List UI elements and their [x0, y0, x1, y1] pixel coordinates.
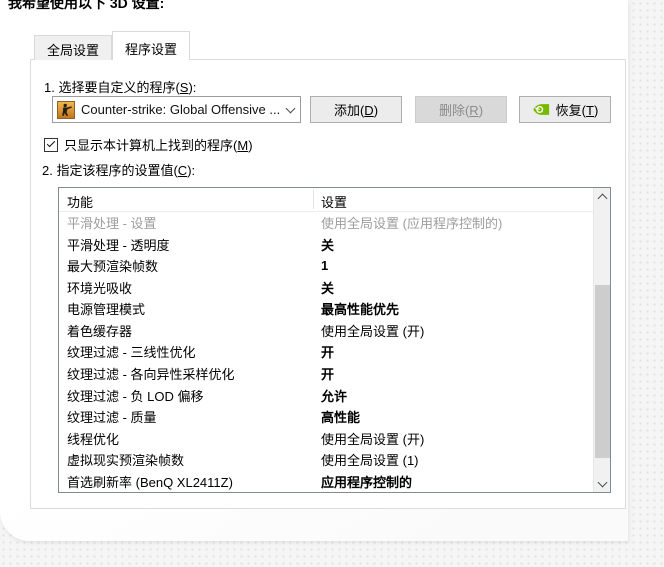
scroll-up-button[interactable]: [594, 188, 611, 205]
setting-value: 使用全局设置 (开): [321, 431, 425, 447]
tab-bar: 全局设置 程序设置: [34, 31, 191, 60]
column-header-feature: 功能: [67, 195, 94, 210]
setting-value: 应用程序控制的: [321, 474, 413, 490]
table-row[interactable]: 电源管理模式 最高性能优先: [59, 298, 593, 320]
button-label: ): [593, 103, 599, 118]
table-row[interactable]: 最大预渲染帧数 1: [59, 255, 593, 277]
settings-table-header: 功能 设置: [59, 188, 610, 212]
setting-value: 最高性能优先: [321, 302, 400, 318]
settings-table: 功能 设置 平滑处理 - 设置 使用全局设置 (应用程序控制的) 平滑处理 - …: [58, 187, 611, 493]
scroll-down-button[interactable]: [594, 475, 611, 492]
feature-name: 环境光吸收: [67, 280, 133, 296]
setting-value: 允许: [321, 388, 348, 404]
checkbox-box[interactable]: [44, 137, 58, 152]
tab-global-settings[interactable]: 全局设置: [34, 35, 113, 60]
csgo-program-icon: [57, 100, 75, 119]
heading-text: 1. 选择要自定义的程序(: [44, 80, 180, 95]
feature-name: 着色缓存器: [67, 323, 133, 339]
table-row[interactable]: 线程优化 使用全局设置 (开): [59, 427, 593, 449]
table-row[interactable]: 着色缓存器 使用全局设置 (开): [59, 320, 593, 342]
feature-name: 平滑处理 - 透明度: [67, 237, 170, 253]
feature-name: 纹理过滤 - 三线性优化: [67, 345, 196, 361]
selected-program-value: Counter-strike: Global Offensive ...: [81, 102, 281, 117]
setting-value: 1: [321, 258, 329, 274]
setting-value: 高性能: [321, 410, 361, 426]
table-row[interactable]: 纹理过滤 - 负 LOD 偏移 允许: [59, 384, 593, 406]
access-key: D: [364, 103, 374, 118]
button-label: 添加(: [333, 103, 365, 118]
table-row[interactable]: 平滑处理 - 透明度 关: [59, 234, 593, 256]
column-divider: [313, 190, 314, 209]
access-key: R: [469, 103, 479, 118]
table-row[interactable]: 纹理过滤 - 各向异性采样优化 开: [59, 363, 593, 385]
delete-button[interactable]: 删除(R): [415, 96, 507, 123]
setting-value: 开: [321, 345, 335, 361]
table-row[interactable]: 纹理过滤 - 质量 高性能: [59, 406, 593, 428]
setting-value: 关: [321, 280, 335, 296]
feature-name: 纹理过滤 - 质量: [67, 410, 157, 426]
checkbox-label: 只显示本计算机上找到的程序(M): [64, 138, 253, 153]
checkbox-checkmark: [46, 138, 56, 147]
add-button[interactable]: 添加(D): [310, 96, 402, 123]
button-label: ): [373, 103, 379, 118]
feature-name: 首选刷新率 (BenQ XL2411Z): [67, 474, 233, 490]
button-label: ): [478, 103, 484, 118]
restore-button[interactable]: 恢复(T): [519, 96, 611, 123]
chevron-down-icon: [285, 103, 296, 113]
nvidia-control-panel-content: 我希望使用以下 3D 设置: 全局设置 程序设置 1. 选择要自定义的程序(S)…: [0, 0, 664, 567]
feature-name: 电源管理模式: [67, 302, 146, 318]
setting-value: 使用全局设置 (应用程序控制的): [321, 216, 503, 232]
program-select-dropdown[interactable]: Counter-strike: Global Offensive ...: [52, 96, 301, 123]
vertical-scrollbar[interactable]: [593, 188, 610, 492]
column-header-setting: 设置: [321, 195, 348, 210]
feature-name: 纹理过滤 - 各向异性采样优化: [67, 366, 235, 382]
access-key: C: [177, 163, 188, 178]
heading-text: ):: [188, 80, 197, 95]
heading-text: ):: [187, 163, 196, 178]
table-row[interactable]: 平滑处理 - 设置 使用全局设置 (应用程序控制的): [59, 212, 593, 234]
table-row[interactable]: 虚拟现实预渲染帧数 使用全局设置 (1): [59, 449, 593, 471]
button-label: 删除(: [438, 103, 470, 118]
settings-table-body: 平滑处理 - 设置 使用全局设置 (应用程序控制的) 平滑处理 - 透明度 关 …: [59, 212, 593, 492]
feature-name: 纹理过滤 - 负 LOD 偏移: [67, 388, 204, 404]
table-row[interactable]: 首选刷新率 (BenQ XL2411Z) 应用程序控制的: [59, 470, 593, 492]
nvidia-logo-icon: [532, 103, 550, 116]
button-label: 恢复(: [555, 103, 587, 118]
setting-value: 关: [321, 237, 335, 253]
scrollbar-thumb[interactable]: [595, 285, 610, 458]
chevron-down-icon: [597, 477, 608, 487]
setting-value: 使用全局设置 (开): [321, 323, 425, 339]
chevron-up-icon: [597, 193, 608, 204]
access-key: T: [586, 103, 594, 118]
select-program-heading: 1. 选择要自定义的程序(S):: [44, 77, 196, 96]
specify-settings-heading: 2. 指定该程序的设置值(C):: [42, 160, 195, 179]
setting-value: 开: [321, 366, 335, 382]
table-row[interactable]: 纹理过滤 - 三线性优化 开: [59, 341, 593, 363]
feature-name: 平滑处理 - 设置: [67, 216, 157, 232]
table-row[interactable]: 环境光吸收 关: [59, 277, 593, 299]
heading-text: 2. 指定该程序的设置值(: [42, 163, 178, 178]
show-only-found-programs-checkbox[interactable]: 只显示本计算机上找到的程序(M): [44, 135, 253, 154]
feature-name: 虚拟现实预渲染帧数: [67, 453, 185, 469]
page-title: 我希望使用以下 3D 设置:: [8, 0, 165, 11]
setting-value: 使用全局设置 (1): [321, 453, 419, 469]
feature-name: 线程优化: [67, 431, 120, 447]
feature-name: 最大预渲染帧数: [67, 259, 159, 275]
tab-program-settings[interactable]: 程序设置: [112, 31, 191, 60]
